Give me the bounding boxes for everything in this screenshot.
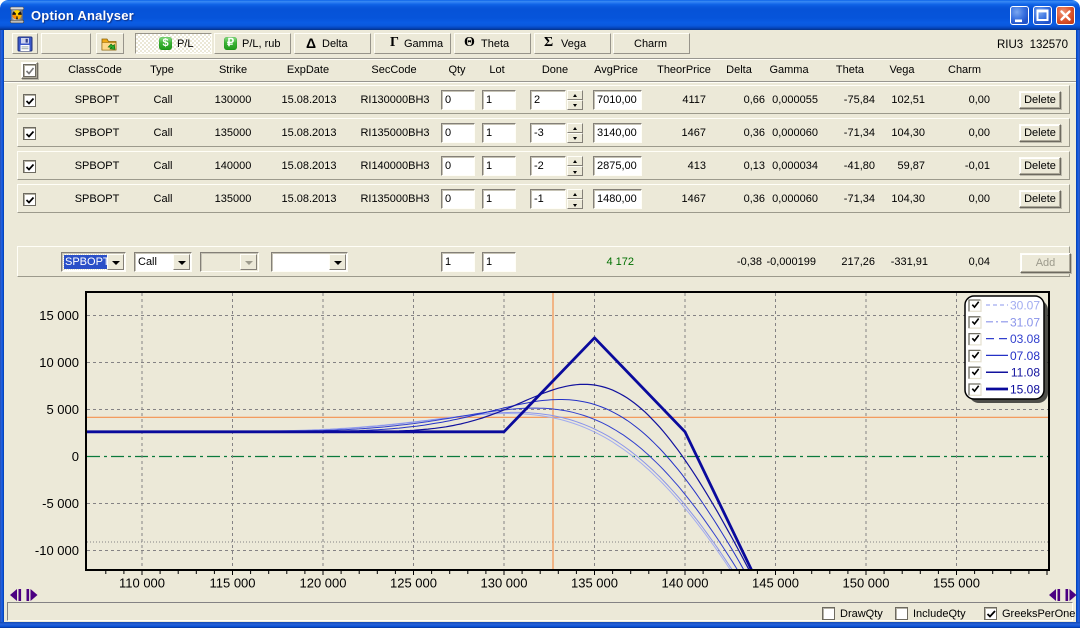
svg-text:120 000: 120 000 bbox=[300, 576, 347, 591]
svg-text:135 000: 135 000 bbox=[571, 576, 618, 591]
svg-text:115 000: 115 000 bbox=[209, 576, 255, 591]
svg-text:15 000: 15 000 bbox=[39, 308, 79, 323]
svg-text:-10 000: -10 000 bbox=[35, 543, 79, 558]
svg-text:130 000: 130 000 bbox=[481, 576, 528, 591]
svg-text:150 000: 150 000 bbox=[843, 576, 890, 591]
svg-text:31.07: 31.07 bbox=[1010, 315, 1040, 329]
svg-text:155 000: 155 000 bbox=[933, 576, 980, 591]
svg-text:11.08: 11.08 bbox=[1011, 366, 1040, 380]
svg-text:30.07: 30.07 bbox=[1010, 299, 1040, 313]
svg-text:03.08: 03.08 bbox=[1010, 332, 1040, 346]
svg-text:125 000: 125 000 bbox=[390, 576, 437, 591]
svg-text:110 000: 110 000 bbox=[119, 576, 165, 591]
svg-text:15.08: 15.08 bbox=[1010, 383, 1040, 397]
svg-text:5 000: 5 000 bbox=[46, 402, 79, 417]
svg-text:0: 0 bbox=[72, 449, 79, 464]
svg-text:10 000: 10 000 bbox=[39, 355, 79, 370]
svg-text:140 000: 140 000 bbox=[662, 576, 709, 591]
svg-text:-5 000: -5 000 bbox=[42, 496, 79, 511]
svg-text:145 000: 145 000 bbox=[752, 576, 799, 591]
svg-text:07.08: 07.08 bbox=[1010, 349, 1040, 363]
